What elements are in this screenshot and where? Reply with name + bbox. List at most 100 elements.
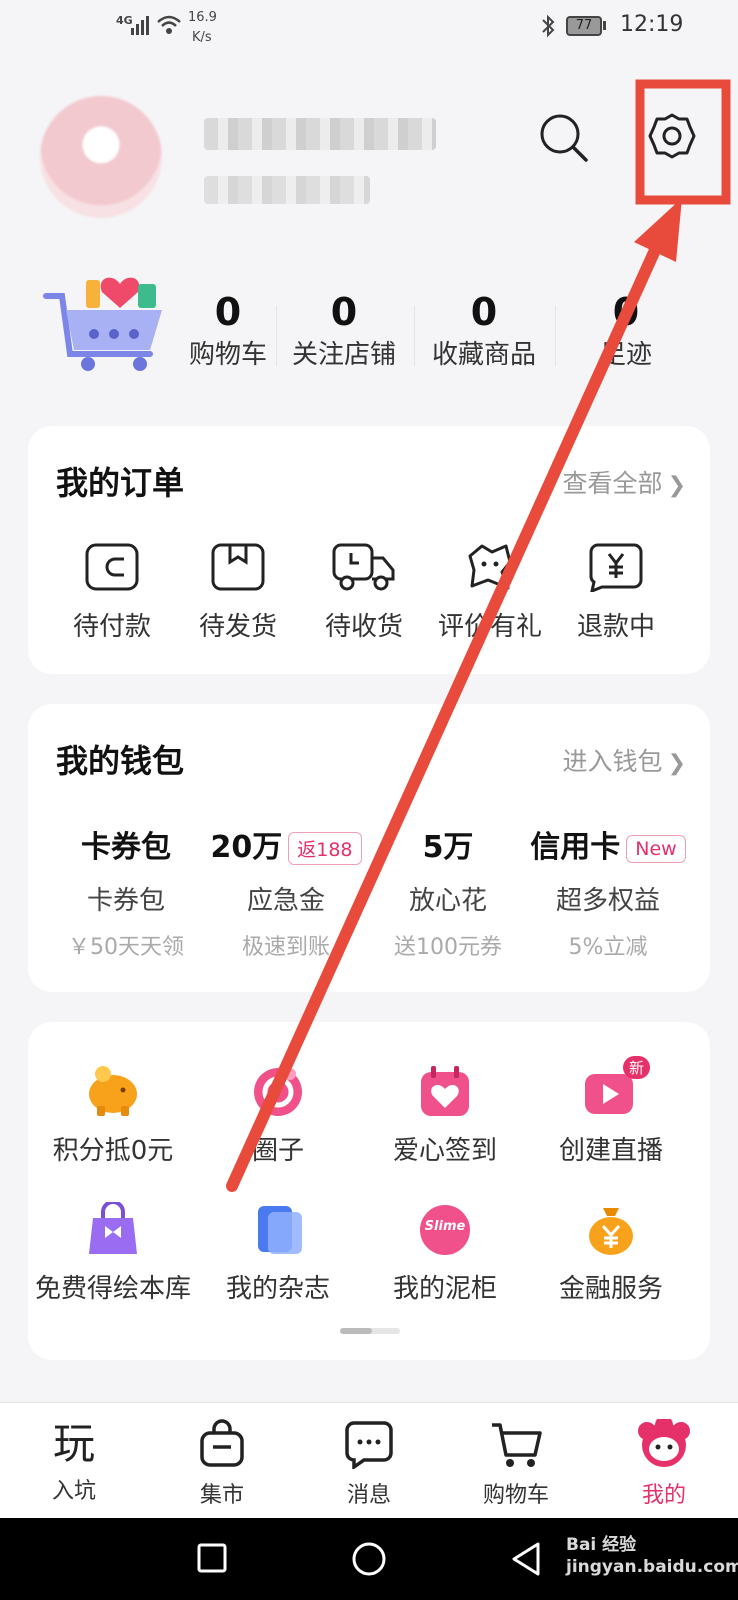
battery-level: 77 [575, 18, 593, 33]
service-points[interactable]: 积分抵0元 [28, 1064, 198, 1167]
wallet-sub: ￥50天天领 [68, 935, 184, 960]
truck-icon [332, 543, 395, 591]
tab-label: 我的 [641, 1483, 686, 1508]
package-icon [211, 543, 265, 591]
service-picture-books[interactable]: 免费得绘本库 [28, 1200, 198, 1305]
wallet-value: 卡券包 [81, 830, 171, 865]
stat-label: 购物车 [188, 340, 267, 370]
cashback-badge: 返188 [288, 832, 362, 865]
stat-value: 0 [470, 290, 498, 334]
back-icon[interactable] [508, 1540, 544, 1582]
heart-calendar-icon [421, 1066, 469, 1116]
stat-value: 0 [214, 290, 242, 334]
service-circle[interactable]: 圈子 [193, 1064, 363, 1167]
message-icon [345, 1421, 393, 1471]
cart-illustration-icon [40, 270, 170, 378]
cart-icon [492, 1423, 542, 1467]
review-icon [468, 544, 512, 590]
wallet-credit-spend[interactable]: 5万 放心花 送100元券 [368, 822, 528, 961]
bottom-tab-bar: 玩 入坑 集市 消息 购物车 我的 [0, 1402, 738, 1519]
order-review[interactable]: 评价有礼 [426, 542, 554, 643]
service-finance[interactable]: 金融服务 [526, 1202, 696, 1305]
page-indicator [340, 1328, 400, 1334]
new-badge: New [626, 834, 686, 863]
wallet-sub: 5%立减 [568, 935, 648, 960]
service-label: 免费得绘本库 [34, 1274, 191, 1304]
wallet-sub: 极速到账 [241, 935, 330, 960]
username-blurred[interactable] [204, 118, 436, 150]
tab-mine[interactable]: 我的 [594, 1416, 734, 1509]
tab-market[interactable]: 集市 [152, 1419, 292, 1509]
new-badge: 新 [623, 1056, 651, 1079]
service-live[interactable]: 新 创建直播 [526, 1056, 696, 1167]
tab-label: 消息 [346, 1483, 391, 1508]
recent-apps-icon[interactable] [194, 1540, 230, 1580]
tab-cart[interactable]: 购物车 [446, 1419, 586, 1509]
service-checkin[interactable]: 爱心签到 [360, 1064, 530, 1167]
wallet-title: 我的钱包 [56, 742, 185, 780]
order-pending-payment[interactable]: 待付款 [48, 542, 176, 643]
order-refund[interactable]: 退款中 [552, 542, 680, 643]
stat-cart[interactable]: 0 购物车 [184, 290, 272, 371]
order-label: 退款中 [576, 612, 655, 642]
avatar[interactable] [40, 96, 162, 218]
service-label: 创建直播 [558, 1136, 663, 1166]
divider [555, 306, 556, 366]
orders-view-all-link[interactable]: 查看全部 ❯ [562, 464, 686, 500]
play-icon: 玩 [52, 1419, 95, 1468]
order-label: 评价有礼 [437, 612, 542, 642]
search-icon[interactable] [538, 112, 590, 168]
service-slime-cabinet[interactable]: Slime 我的泥柜 [360, 1202, 530, 1305]
tab-label: 入坑 [51, 1479, 96, 1504]
shopping-bag-icon [200, 1419, 244, 1467]
wallet-sub: 送100元券 [394, 935, 502, 960]
wallet-icon [85, 543, 139, 591]
home-icon[interactable] [350, 1540, 388, 1582]
annotation-arrow-head [634, 198, 682, 262]
chevron-right-icon: ❯ [667, 751, 686, 776]
service-magazine[interactable]: 我的杂志 [193, 1202, 363, 1305]
divider [276, 306, 277, 366]
stat-favorites[interactable]: 0 收藏商品 [428, 290, 540, 371]
orders-card: 我的订单 查看全部 ❯ 待付款 待发货 待收货 评价有礼 退款中 [28, 426, 710, 674]
wallet-value: 5万 [422, 830, 474, 865]
stat-followed-shops[interactable]: 0 关注店铺 [288, 290, 400, 371]
settings-gear-icon[interactable] [646, 110, 698, 166]
gift-bag-icon [89, 1200, 137, 1254]
wallet-enter-link[interactable]: 进入钱包 ❯ [562, 742, 686, 778]
stat-label: 足迹 [599, 340, 652, 370]
service-label: 圈子 [251, 1136, 304, 1166]
stat-value: 0 [330, 290, 358, 334]
service-label: 我的杂志 [225, 1274, 330, 1304]
order-pending-receipt[interactable]: 待收货 [300, 542, 428, 643]
order-label: 待付款 [72, 612, 151, 642]
bluetooth-icon [540, 14, 556, 42]
tab-play[interactable]: 玩 入坑 [4, 1419, 144, 1505]
system-nav-bar: Bai 经验 jingyan.baidu.com [0, 1518, 738, 1600]
stat-footprint[interactable]: 0 足迹 [570, 290, 682, 371]
clock: 12:19 [620, 12, 684, 37]
service-label: 积分抵0元 [52, 1136, 174, 1166]
order-pending-shipment[interactable]: 待发货 [174, 542, 302, 643]
tab-messages[interactable]: 消息 [299, 1419, 439, 1509]
watermark-text: Bai 经验 jingyan.baidu.com [566, 1535, 738, 1577]
service-label: 爱心签到 [392, 1136, 497, 1166]
wallet-coupons[interactable]: 卡券包 卡券包 ￥50天天领 [46, 822, 206, 961]
wallet-enter-label: 进入钱包 [562, 747, 663, 776]
net-speed-value: 16.9 [188, 10, 217, 25]
battery-tip [603, 21, 606, 30]
stat-label: 收藏商品 [431, 340, 536, 370]
refund-icon [589, 543, 643, 594]
tab-label: 购物车 [482, 1483, 549, 1508]
slime-icon: Slime [415, 1202, 475, 1256]
profile-mascot-icon [638, 1416, 690, 1467]
wifi-icon [156, 14, 182, 40]
magazine-icon [258, 1206, 302, 1254]
signal-icon [130, 14, 150, 40]
wallet-emergency-fund[interactable]: 20万 返188 应急金 极速到账 [206, 822, 366, 961]
tab-label: 集市 [199, 1483, 244, 1508]
wallet-name: 超多权益 [555, 886, 660, 916]
status-bar: 4G 16.9 K/s 77 12:19 [0, 0, 738, 56]
stat-value: 0 [612, 290, 640, 334]
wallet-credit-card[interactable]: 信用卡 New 超多权益 5%立减 [528, 822, 688, 961]
